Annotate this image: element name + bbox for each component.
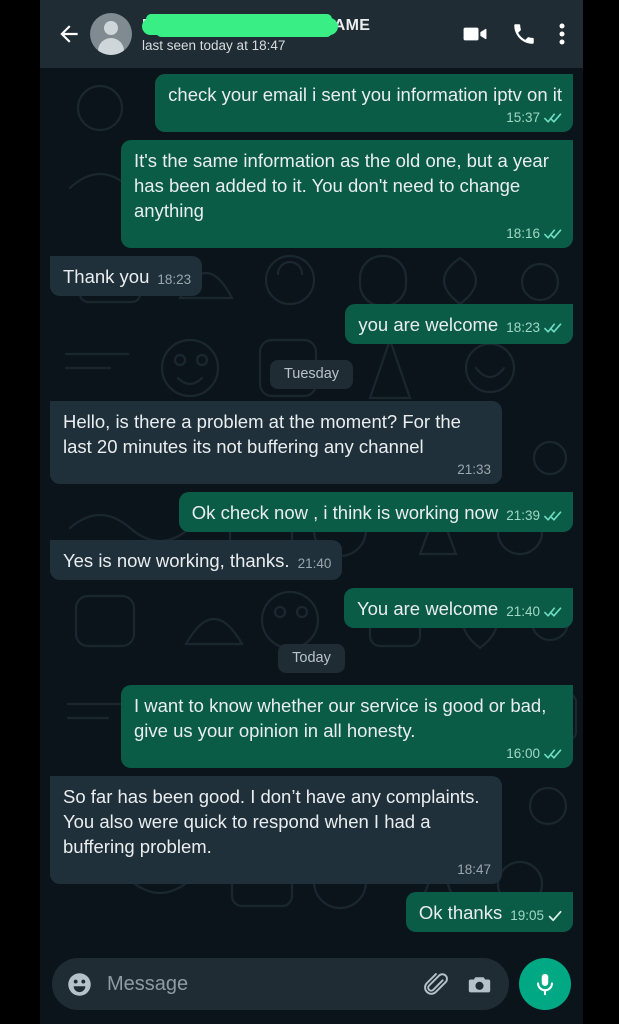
message-time: 18:23: [157, 272, 192, 287]
single-check-icon: [548, 910, 562, 922]
back-button[interactable]: [54, 19, 84, 49]
paperclip-icon[interactable]: [423, 971, 450, 998]
message-time: 15:37: [506, 110, 540, 126]
message-time: 21:33: [457, 462, 491, 478]
smiley-face-icon[interactable]: [66, 971, 93, 998]
message-time: 16:00: [506, 746, 540, 762]
message-meta: 18:23: [157, 273, 191, 287]
date-divider-row: Today: [50, 644, 573, 673]
message-meta: 21:40: [298, 557, 332, 571]
message-row[interactable]: I want to know whether our service is go…: [50, 685, 573, 768]
three-dot-menu-icon[interactable]: [559, 21, 565, 47]
message-list[interactable]: check your email i sent you information …: [40, 68, 583, 950]
message-input[interactable]: Message: [107, 973, 407, 996]
message-row[interactable]: So far has been good. I don’t have any c…: [50, 776, 573, 884]
message-bubble-incoming[interactable]: Thank you 18:23: [50, 256, 203, 296]
message-row[interactable]: You are welcome 21:40: [50, 588, 573, 628]
double-check-icon: [544, 112, 562, 124]
message-bubble-outgoing[interactable]: you are welcome 18:23: [345, 304, 573, 344]
chat-header: REDACTED CONTACT NAME last seen today at…: [40, 0, 583, 68]
message-row[interactable]: Yes is now working, thanks. 21:40: [50, 540, 573, 580]
contact-info[interactable]: REDACTED CONTACT NAME last seen today at…: [142, 14, 461, 53]
message-input-container[interactable]: Message: [52, 958, 509, 1010]
avatar-body-shape: [98, 38, 124, 55]
message-text: Hello, is there a problem at the moment?…: [63, 411, 461, 457]
whatsapp-chat-screen: REDACTED CONTACT NAME last seen today at…: [40, 0, 583, 1024]
message-row[interactable]: It's the same information as the old one…: [50, 140, 573, 248]
message-time: 21:40: [506, 604, 540, 619]
message-bubble-outgoing[interactable]: I want to know whether our service is go…: [121, 685, 573, 768]
phone-icon[interactable]: [511, 21, 537, 47]
message-text: I want to know whether our service is go…: [134, 695, 547, 741]
message-time: 18:23: [506, 320, 540, 335]
header-actions: [461, 20, 571, 48]
message-text: So far has been good. I don’t have any c…: [63, 786, 480, 857]
date-divider-row: Tuesday: [50, 360, 573, 389]
message-time: 21:39: [506, 508, 540, 523]
contact-status: last seen today at 18:47: [142, 38, 286, 53]
message-time: 18:47: [457, 862, 491, 878]
message-meta: 16:00: [134, 745, 562, 761]
message-row[interactable]: you are welcome 18:23: [50, 304, 573, 344]
message-text: Ok thanks: [418, 902, 503, 923]
redaction-scribble: [142, 14, 338, 37]
message-meta: 15:37: [168, 109, 562, 125]
messages-container: check your email i sent you information …: [50, 74, 573, 948]
message-meta: 19:05: [510, 909, 562, 923]
double-check-icon: [544, 606, 562, 618]
message-meta: 21:39: [506, 509, 562, 523]
message-bubble-outgoing[interactable]: Ok check now , i think is working now 21:…: [178, 492, 573, 532]
message-row[interactable]: Ok thanks 19:05: [50, 892, 573, 932]
video-camera-icon[interactable]: [461, 20, 489, 48]
message-text: Ok check now , i think is working now: [191, 502, 499, 523]
message-text: It's the same information as the old one…: [134, 150, 549, 221]
message-bubble-incoming[interactable]: Hello, is there a problem at the moment?…: [50, 401, 502, 484]
message-bubble-incoming[interactable]: Yes is now working, thanks. 21:40: [50, 540, 343, 580]
message-row[interactable]: Ok check now , i think is working now 21:…: [50, 492, 573, 532]
message-time: 21:40: [297, 556, 332, 571]
message-text: Thank you: [63, 266, 150, 287]
message-bubble-outgoing[interactable]: Ok thanks 19:05: [405, 892, 573, 932]
contact-name-redacted: REDACTED CONTACT NAME: [142, 14, 370, 37]
double-check-icon: [544, 748, 562, 760]
avatar-head-shape: [104, 21, 118, 35]
message-meta: 18:23: [506, 321, 562, 335]
date-divider: Today: [278, 644, 345, 673]
message-meta: 18:47: [63, 861, 491, 877]
message-bubble-outgoing[interactable]: It's the same information as the old one…: [121, 140, 573, 248]
microphone-button[interactable]: [519, 958, 571, 1010]
date-divider: Tuesday: [269, 360, 354, 389]
message-bubble-incoming[interactable]: So far has been good. I don’t have any c…: [50, 776, 502, 884]
message-time: 18:16: [506, 226, 540, 242]
message-meta: 21:33: [63, 461, 491, 477]
double-check-icon: [544, 510, 562, 522]
message-meta: 18:16: [134, 225, 562, 241]
message-meta: 21:40: [506, 605, 562, 619]
message-row[interactable]: check your email i sent you information …: [50, 74, 573, 132]
message-bubble-outgoing[interactable]: You are welcome 21:40: [343, 588, 573, 628]
camera-icon[interactable]: [466, 971, 493, 998]
double-check-icon: [544, 228, 562, 240]
message-row[interactable]: Thank you 18:23: [50, 256, 573, 296]
composer-bar: Message: [40, 950, 583, 1024]
screenshot-root: REDACTED CONTACT NAME last seen today at…: [0, 0, 619, 1024]
message-time: 19:05: [510, 908, 544, 923]
message-bubble-outgoing[interactable]: check your email i sent you information …: [155, 74, 573, 132]
message-text: Yes is now working, thanks.: [63, 550, 290, 571]
message-text: You are welcome: [356, 598, 499, 619]
double-check-icon: [544, 322, 562, 334]
message-text: you are welcome: [358, 314, 499, 335]
message-row[interactable]: Hello, is there a problem at the moment?…: [50, 401, 573, 484]
message-text: check your email i sent you information …: [168, 84, 562, 105]
avatar[interactable]: [90, 13, 132, 55]
